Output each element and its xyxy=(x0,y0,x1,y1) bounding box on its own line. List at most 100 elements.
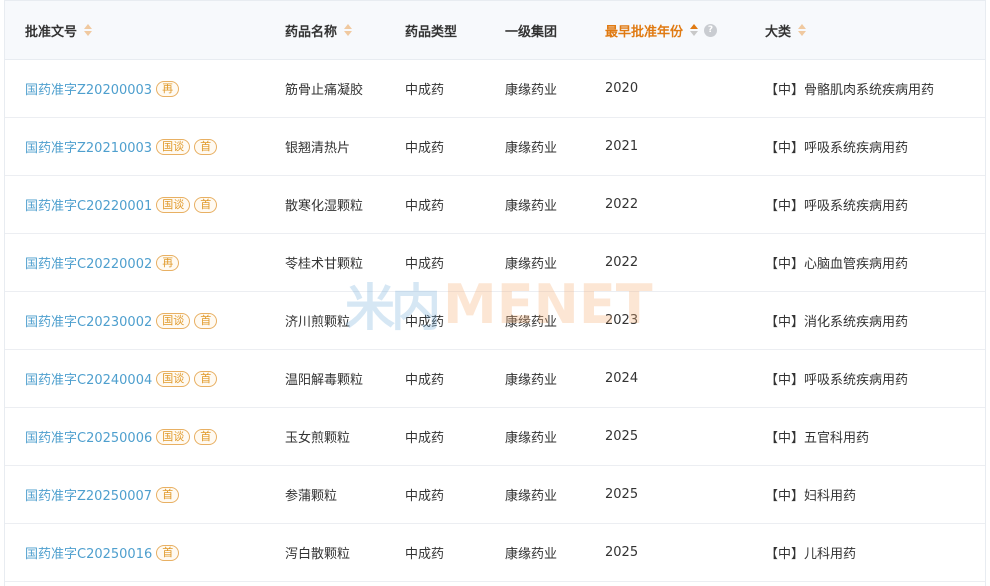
status-badge: 首 xyxy=(156,544,180,561)
cell-drug-name: 参蒲颗粒 xyxy=(285,489,338,504)
cell-category: 【中】呼吸系统疾病用药 xyxy=(765,373,909,388)
cell-drug-name: 温阳解毒颗粒 xyxy=(285,373,364,388)
status-badge: 国谈 xyxy=(156,138,191,155)
cell-year: 2022 xyxy=(605,255,639,270)
cell-approval: 国药准字C20250006 国谈首 xyxy=(25,408,218,465)
table-row: 国药准字C20240004 国谈首 温阳解毒颗粒 中成药 康缘药业 2024 【中】呼吸系统… xyxy=(5,350,985,408)
cell-category: 【中】骨骼肌肉系统疾病用药 xyxy=(765,83,935,98)
cell-year: 2020 xyxy=(605,81,639,96)
cell-drug-name: 散寒化湿颗粒 xyxy=(285,199,364,214)
cell-approval: 国药准字C20230002 国谈首 xyxy=(25,292,218,349)
approval-number-link[interactable]: 国药准字C20250006 xyxy=(25,427,152,446)
cell-group: 康缘药业 xyxy=(505,83,558,98)
status-badge: 国谈 xyxy=(156,196,191,213)
cell-year: 2023 xyxy=(605,313,639,328)
cell-group: 康缘药业 xyxy=(505,315,558,330)
cell-approval: 国药准字C20220001 国谈首 xyxy=(25,176,218,233)
cell-category: 【中】心脑血管疾病用药 xyxy=(765,257,909,272)
cell-approval: 国药准字C20250016 首 xyxy=(25,524,180,581)
header-name-label: 药品名称 xyxy=(285,24,338,40)
cell-approval: 国药准字Z20200003 再 xyxy=(25,60,180,117)
help-icon[interactable]: ? xyxy=(704,23,718,37)
cell-category: 【中】呼吸系统疾病用药 xyxy=(765,199,909,214)
header-year[interactable]: 最早批准年份 ? xyxy=(605,1,718,59)
table-body: 国药准字Z20200003 再筋骨止痛凝胶 中成药 康缘药业 2020 【中】骨骼肌肉系统… xyxy=(5,60,985,582)
status-badge: 首 xyxy=(194,196,218,213)
cell-category: 【中】呼吸系统疾病用药 xyxy=(765,141,909,156)
header-group: 一级集团 xyxy=(505,1,557,59)
cell-category: 【中】五官科用药 xyxy=(765,431,870,446)
cell-approval: 国药准字Z20210003 国谈首 xyxy=(25,118,218,175)
cell-drug-type: 中成药 xyxy=(405,431,445,446)
cell-drug-name: 泻白散颗粒 xyxy=(285,547,351,562)
cell-drug-name: 苓桂术甘颗粒 xyxy=(285,257,364,272)
table-header: 批准文号 药品名称 药品类型 一级集团 最早批准年份 ? 大类 xyxy=(5,1,985,60)
table-row: 国药准字Z20200003 再 筋骨止痛凝胶 中成药 康缘药业 2020 【中】骨骼肌肉系统… xyxy=(5,60,985,118)
cell-category: 【中】消化系统疾病用药 xyxy=(765,315,909,330)
cell-category: 【中】妇科用药 xyxy=(765,489,857,504)
drug-approval-table: 批准文号 药品名称 药品类型 一级集团 最早批准年份 ? 大类 国药准字Z202… xyxy=(4,0,986,586)
status-badge: 首 xyxy=(194,138,218,155)
header-approval[interactable]: 批准文号 xyxy=(25,1,93,59)
cell-drug-type: 中成药 xyxy=(405,257,445,272)
header-category-label: 大类 xyxy=(765,24,792,40)
status-badge: 再 xyxy=(156,254,180,271)
cell-group: 康缘药业 xyxy=(505,431,558,446)
table-row: 国药准字C20250006 国谈首 玉女煎颗粒 中成药 康缘药业 2025 【中】五官科用药 xyxy=(5,408,985,466)
cell-drug-name: 银翘清热片 xyxy=(285,141,351,156)
cell-drug-type: 中成药 xyxy=(405,373,445,388)
cell-drug-name: 济川煎颗粒 xyxy=(285,315,351,330)
sort-icon[interactable] xyxy=(690,24,699,36)
status-badge: 国谈 xyxy=(156,312,191,329)
cell-group: 康缘药业 xyxy=(505,547,558,562)
table-row: 国药准字C20220001 国谈首 散寒化湿颗粒 中成药 康缘药业 2022 【中】呼吸系统… xyxy=(5,176,985,234)
approval-number-link[interactable]: 国药准字Z20200003 xyxy=(25,79,152,98)
approval-number-link[interactable]: 国药准字C20230002 xyxy=(25,311,152,330)
status-badge: 首 xyxy=(194,370,218,387)
table-row: 国药准字C20250016 首 泻白散颗粒 中成药 康缘药业 2025 【中】儿科用药 xyxy=(5,524,985,582)
table-row: 国药准字Z20250007 首 参蒲颗粒 中成药 康缘药业 2025 【中】妇科用药 xyxy=(5,466,985,524)
cell-drug-name: 筋骨止痛凝胶 xyxy=(285,83,364,98)
sort-icon[interactable] xyxy=(798,24,807,36)
cell-group: 康缘药业 xyxy=(505,373,558,388)
table-row: 国药准字C20230002 国谈首 济川煎颗粒 中成药 康缘药业 2023 【中】消化系统疾… xyxy=(5,292,985,350)
cell-group: 康缘药业 xyxy=(505,257,558,272)
approval-number-link[interactable]: 国药准字Z20250007 xyxy=(25,485,152,504)
status-badge: 再 xyxy=(156,80,180,97)
header-category[interactable]: 大类 xyxy=(765,1,807,59)
cell-year: 2022 xyxy=(605,197,639,212)
status-badge: 首 xyxy=(194,312,218,329)
approval-number-link[interactable]: 国药准字C20220002 xyxy=(25,253,152,272)
approval-number-link[interactable]: 国药准字C20240004 xyxy=(25,369,152,388)
cell-drug-type: 中成药 xyxy=(405,141,445,156)
header-approval-label: 批准文号 xyxy=(25,24,78,40)
header-type: 药品类型 xyxy=(405,1,457,59)
cell-approval: 国药准字C20240004 国谈首 xyxy=(25,350,218,407)
header-year-label: 最早批准年份 xyxy=(605,24,684,40)
approval-number-link[interactable]: 国药准字Z20210003 xyxy=(25,137,152,156)
cell-category: 【中】儿科用药 xyxy=(765,547,857,562)
approval-number-link[interactable]: 国药准字C20220001 xyxy=(25,195,152,214)
cell-drug-type: 中成药 xyxy=(405,83,445,98)
cell-year: 2025 xyxy=(605,429,639,444)
header-name[interactable]: 药品名称 xyxy=(285,1,353,59)
cell-drug-type: 中成药 xyxy=(405,489,445,504)
cell-year: 2021 xyxy=(605,139,639,154)
cell-group: 康缘药业 xyxy=(505,489,558,504)
header-group-label: 一级集团 xyxy=(505,24,558,40)
cell-drug-type: 中成药 xyxy=(405,547,445,562)
approval-number-link[interactable]: 国药准字C20250016 xyxy=(25,543,152,562)
sort-icon[interactable] xyxy=(84,24,93,36)
header-type-label: 药品类型 xyxy=(405,24,458,40)
cell-approval: 国药准字Z20250007 首 xyxy=(25,466,180,523)
cell-drug-name: 玉女煎颗粒 xyxy=(285,431,351,446)
cell-year: 2025 xyxy=(605,487,639,502)
status-badge: 国谈 xyxy=(156,370,191,387)
cell-group: 康缘药业 xyxy=(505,141,558,156)
status-badge: 首 xyxy=(194,428,218,445)
sort-icon[interactable] xyxy=(344,24,353,36)
cell-drug-type: 中成药 xyxy=(405,199,445,214)
cell-group: 康缘药业 xyxy=(505,199,558,214)
table-row: 国药准字Z20210003 国谈首 银翘清热片 中成药 康缘药业 2021 【中】呼吸系统疾… xyxy=(5,118,985,176)
status-badge: 首 xyxy=(156,486,180,503)
